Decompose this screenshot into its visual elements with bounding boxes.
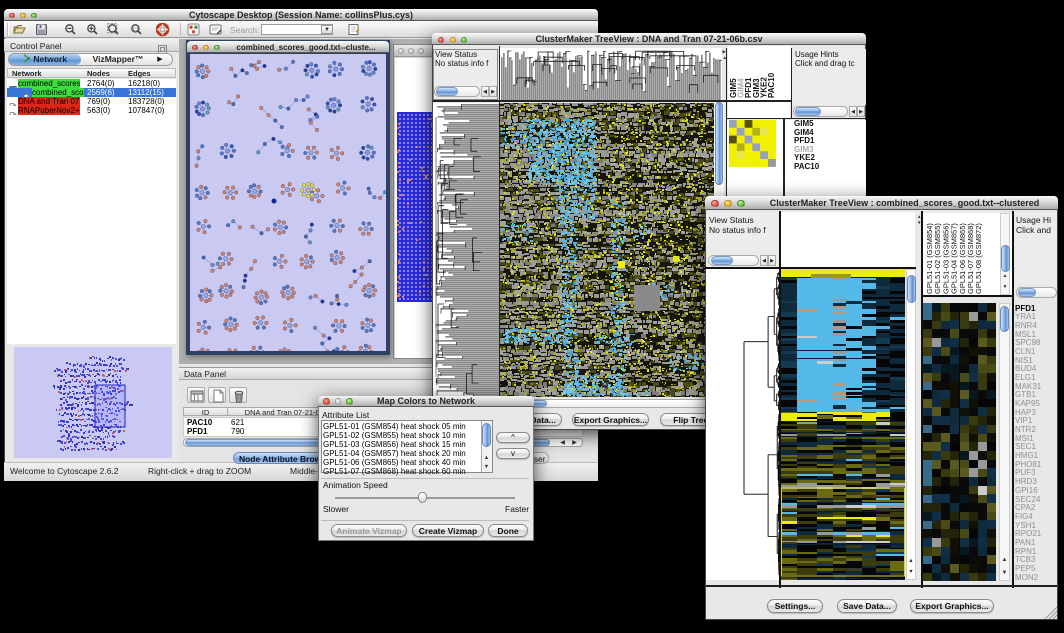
- svg-text:PAC10: PAC10: [767, 72, 776, 98]
- svg-text:GPL51-08 (GSM872): GPL51-08 (GSM872): [974, 223, 983, 294]
- svg-text:1:1: 1:1: [132, 26, 139, 31]
